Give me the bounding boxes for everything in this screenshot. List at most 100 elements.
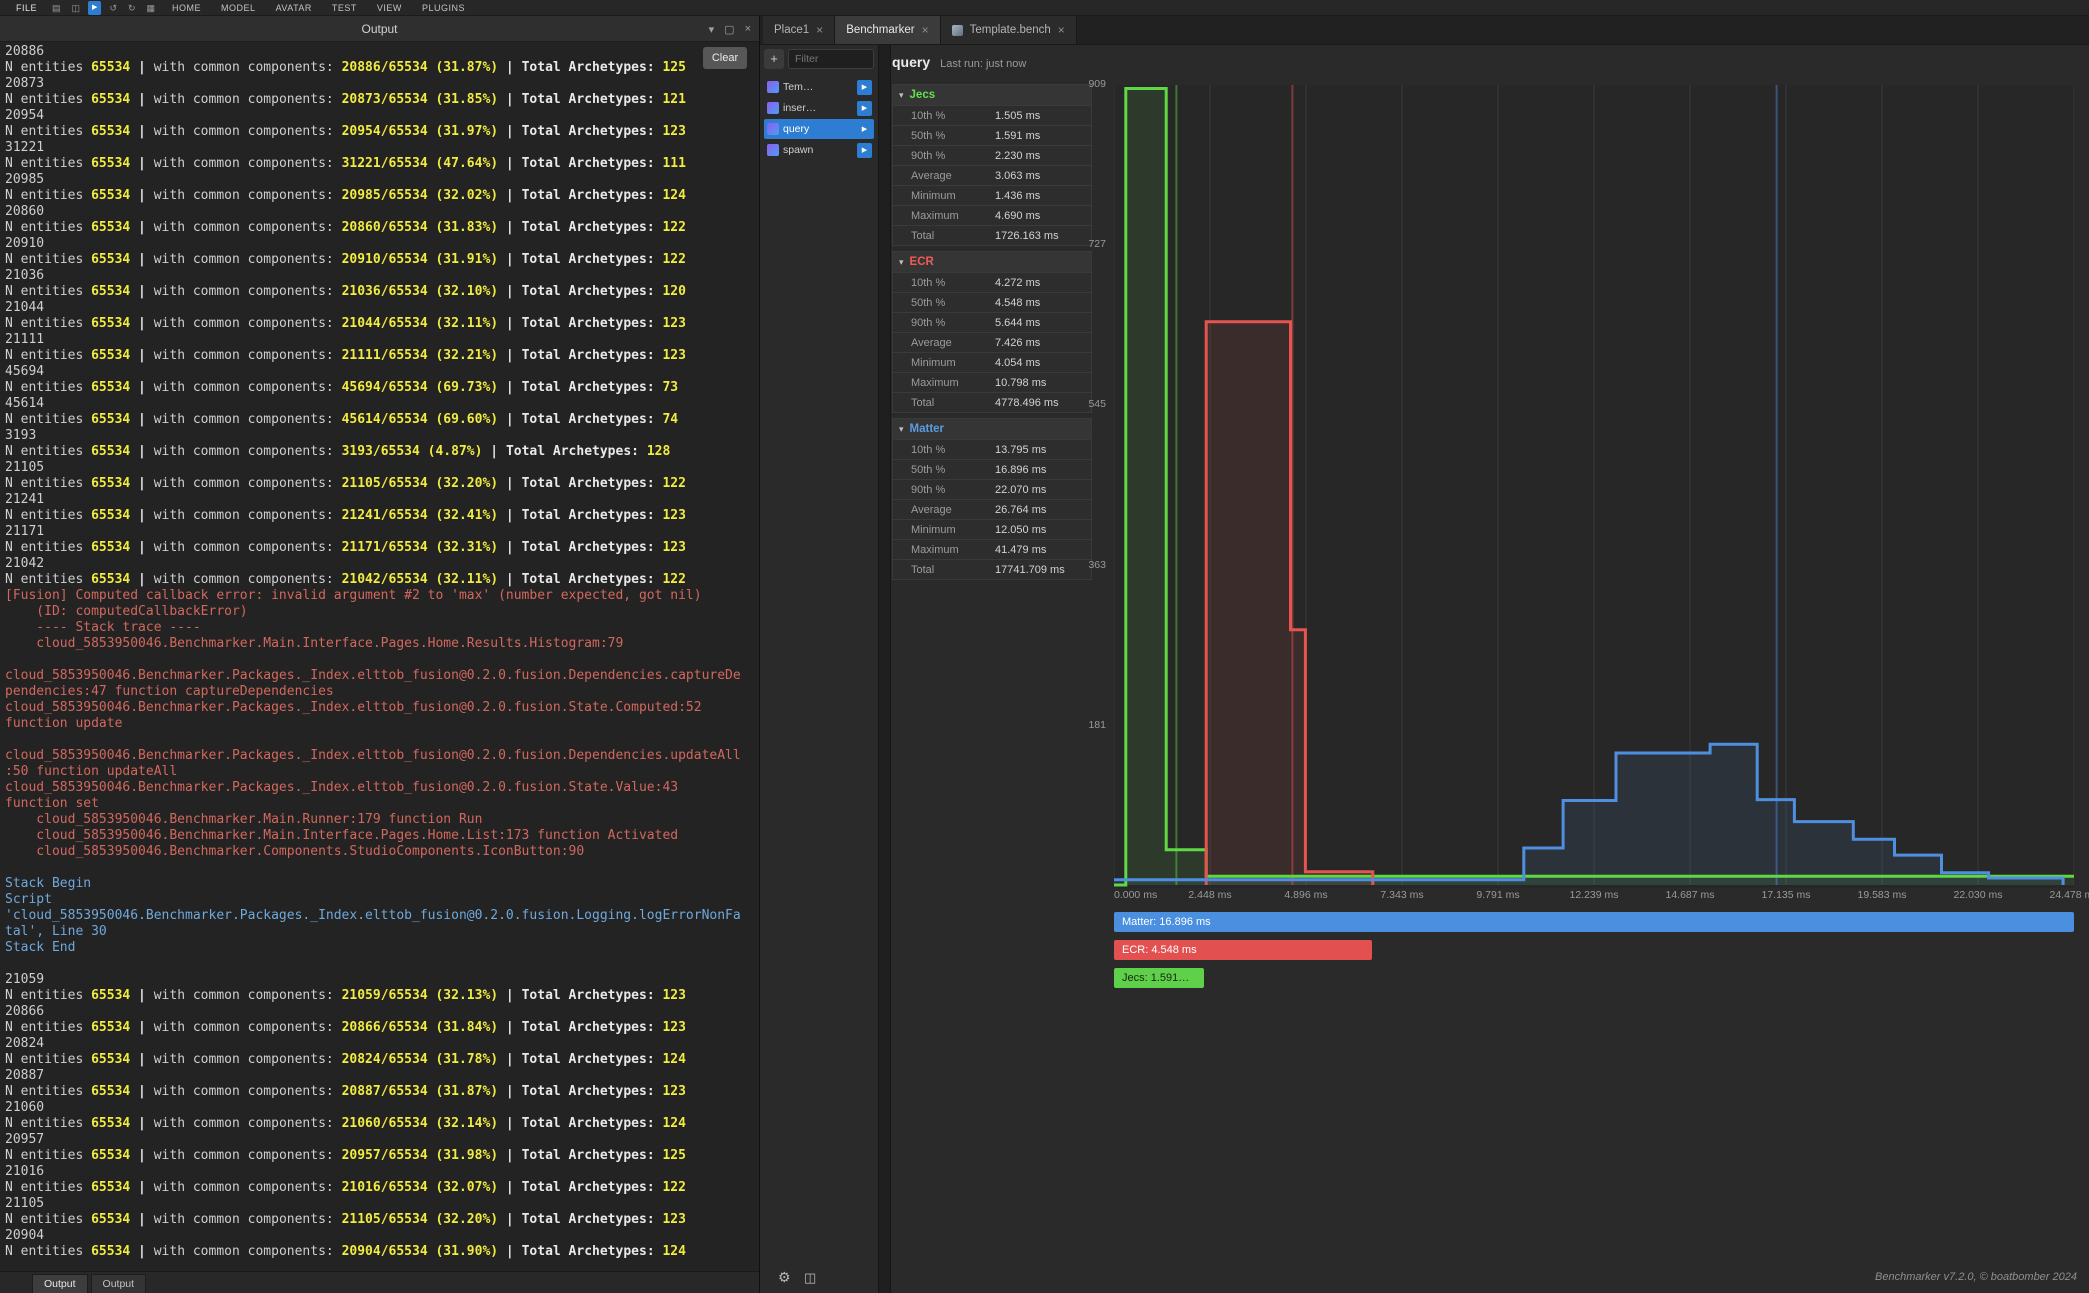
copy-icon[interactable]: ◫ — [69, 2, 84, 14]
clear-output-button[interactable]: Clear — [703, 47, 747, 69]
log-blank-line — [5, 652, 759, 668]
menu-model[interactable]: MODEL — [211, 3, 266, 13]
stat-label: 90th % — [911, 484, 945, 496]
stat-value: 10.798 ms — [995, 377, 1046, 389]
layout-icon[interactable]: ◫ — [804, 1270, 816, 1286]
stat-value: 12.050 ms — [995, 524, 1046, 536]
float-window-icon[interactable]: ▢ — [724, 23, 734, 36]
log-count-line: 20985 — [5, 172, 759, 188]
stat-label: 10th % — [911, 444, 945, 456]
stats-section-header[interactable]: ▾Matter — [893, 419, 1091, 439]
benchmark-item-query[interactable]: query▶ — [764, 119, 874, 139]
chevron-down-icon: ▾ — [899, 424, 904, 435]
menubar-icons: ▤ ◫ ▶ ↺ ↻ ▦ — [49, 1, 158, 15]
stat-label: Maximum — [911, 210, 959, 222]
log-error-line: cloud_5853950046.Benchmarker.Packages._I… — [5, 780, 759, 796]
file-menu[interactable]: FILE — [8, 3, 45, 13]
log-error-line: cloud_5853950046.Benchmarker.Packages._I… — [5, 700, 759, 716]
stat-label: Minimum — [911, 190, 956, 202]
output-bottom-tab[interactable]: Output — [91, 1274, 147, 1293]
stat-value: 1.505 ms — [995, 110, 1040, 122]
stat-row: 10th %13.795 ms — [893, 439, 1091, 459]
stat-row: 90th %5.644 ms — [893, 312, 1091, 332]
log-entry-line: N entities 65534 | with common component… — [5, 540, 759, 556]
output-header-icons: ▾ ▢ × — [709, 16, 751, 42]
log-error-line: [Fusion] Computed callback error: invali… — [5, 588, 759, 604]
output-log[interactable]: 20886N entities 65534 | with common comp… — [0, 42, 759, 1271]
x-tick-label: 9.791 ms — [1476, 889, 1519, 901]
menu-home[interactable]: HOME — [162, 3, 211, 13]
log-error-line: cloud_5853950046.Benchmarker.Main.Interf… — [5, 636, 759, 652]
log-count-line: 21171 — [5, 524, 759, 540]
log-entry-line: N entities 65534 | with common component… — [5, 156, 759, 172]
run-benchmark-button[interactable]: ▶ — [857, 80, 872, 95]
stat-label: 10th % — [911, 277, 945, 289]
log-entry-line: N entities 65534 | with common component… — [5, 444, 759, 460]
log-count-line: 21241 — [5, 492, 759, 508]
log-entry-line: N entities 65534 | with common component… — [5, 252, 759, 268]
log-error-line: cloud_5853950046.Benchmarker.Packages._I… — [5, 668, 759, 684]
histogram-chart — [1114, 85, 2074, 888]
panel-splitter[interactable] — [878, 45, 891, 1293]
close-tab-icon[interactable]: × — [816, 23, 823, 37]
tab-place1[interactable]: Place1× — [763, 16, 835, 44]
redo-icon[interactable]: ↻ — [125, 2, 139, 14]
benchmark-item-spawn[interactable]: spawn▶ — [764, 140, 874, 160]
menu-plugins[interactable]: PLUGINS — [412, 3, 475, 13]
gear-icon[interactable]: ⚙ — [778, 1269, 791, 1286]
chevron-down-icon: ▾ — [899, 257, 904, 268]
benchmark-item-inser[interactable]: inser… ▶ — [764, 98, 874, 118]
stat-value: 17741.709 ms — [995, 564, 1065, 576]
close-icon[interactable]: × — [745, 23, 751, 35]
benchmark-item-tem[interactable]: Tem…▶ — [764, 77, 874, 97]
menu-avatar[interactable]: AVATAR — [266, 3, 322, 13]
tab-benchmarker[interactable]: Benchmarker × — [835, 16, 940, 44]
run-benchmark-button[interactable]: ▶ — [857, 101, 872, 116]
log-count-line: 20824 — [5, 1036, 759, 1052]
y-tick-label: 727 — [1060, 238, 1106, 250]
log-entry-line: N entities 65534 | with common component… — [5, 1052, 759, 1068]
output-bottom-tabs: OutputOutput — [0, 1271, 759, 1293]
stat-value: 26.764 ms — [995, 504, 1046, 516]
log-entry-line: N entities 65534 | with common component… — [5, 1244, 759, 1260]
last-run-label: Last run: just now — [940, 58, 1026, 70]
benchmark-script-icon — [767, 123, 779, 135]
stat-value: 4.272 ms — [995, 277, 1040, 289]
add-benchmark-button[interactable]: + — [764, 49, 784, 69]
save-icon[interactable]: ▤ — [49, 2, 64, 14]
chevron-down-icon[interactable]: ▾ — [709, 23, 715, 36]
stat-value: 16.896 ms — [995, 464, 1046, 476]
log-lines: 20886N entities 65534 | with common comp… — [5, 44, 759, 1260]
play-icon[interactable]: ▶ — [88, 1, 101, 15]
run-benchmark-button[interactable]: ▶ — [857, 122, 872, 137]
stats-section-header[interactable]: ▾ECR — [893, 252, 1091, 272]
stats-panel: ▾Jecs10th %1.505 ms50th %1.591 ms90th %2… — [892, 84, 1092, 585]
tab-template-bench[interactable]: Template.bench× — [941, 16, 1077, 44]
log-count-line: 20860 — [5, 204, 759, 220]
output-bottom-tab[interactable]: Output — [32, 1274, 88, 1293]
stat-value: 1.436 ms — [995, 190, 1040, 202]
stat-row: 10th % 4.272 ms — [893, 272, 1091, 292]
menu-view[interactable]: VIEW — [367, 3, 412, 13]
stat-row: 90th %2.230 ms — [893, 145, 1091, 165]
log-entry-line: N entities 65534 | with common component… — [5, 412, 759, 428]
x-tick-label: 19.583 ms — [1857, 889, 1906, 901]
stat-label: Total — [911, 564, 934, 576]
close-tab-icon[interactable]: × — [1058, 23, 1065, 37]
close-tab-icon[interactable]: × — [922, 23, 929, 37]
menubar-menus: HOMEMODELAVATARTESTVIEWPLUGINS — [162, 3, 475, 13]
log-error-line: :50 function updateAll — [5, 764, 759, 780]
menu-test[interactable]: TEST — [322, 3, 367, 13]
stat-row: Average26.764 ms — [893, 499, 1091, 519]
run-benchmark-button[interactable]: ▶ — [857, 143, 872, 158]
log-error-line: cloud_5853950046.Benchmarker.Packages._I… — [5, 748, 759, 764]
tab-label: Benchmarker — [846, 24, 914, 36]
undo-icon[interactable]: ↺ — [106, 2, 120, 14]
screenshot-icon[interactable]: ▦ — [144, 2, 159, 14]
filter-input[interactable] — [788, 49, 874, 69]
log-count-line: 21111 — [5, 332, 759, 348]
log-error-line: cloud_5853950046.Benchmarker.Main.Interf… — [5, 828, 759, 844]
benchmark-item-label: inser… — [783, 102, 853, 114]
benchmark-script-icon — [767, 144, 779, 156]
y-tick-label: 181 — [1060, 719, 1106, 731]
